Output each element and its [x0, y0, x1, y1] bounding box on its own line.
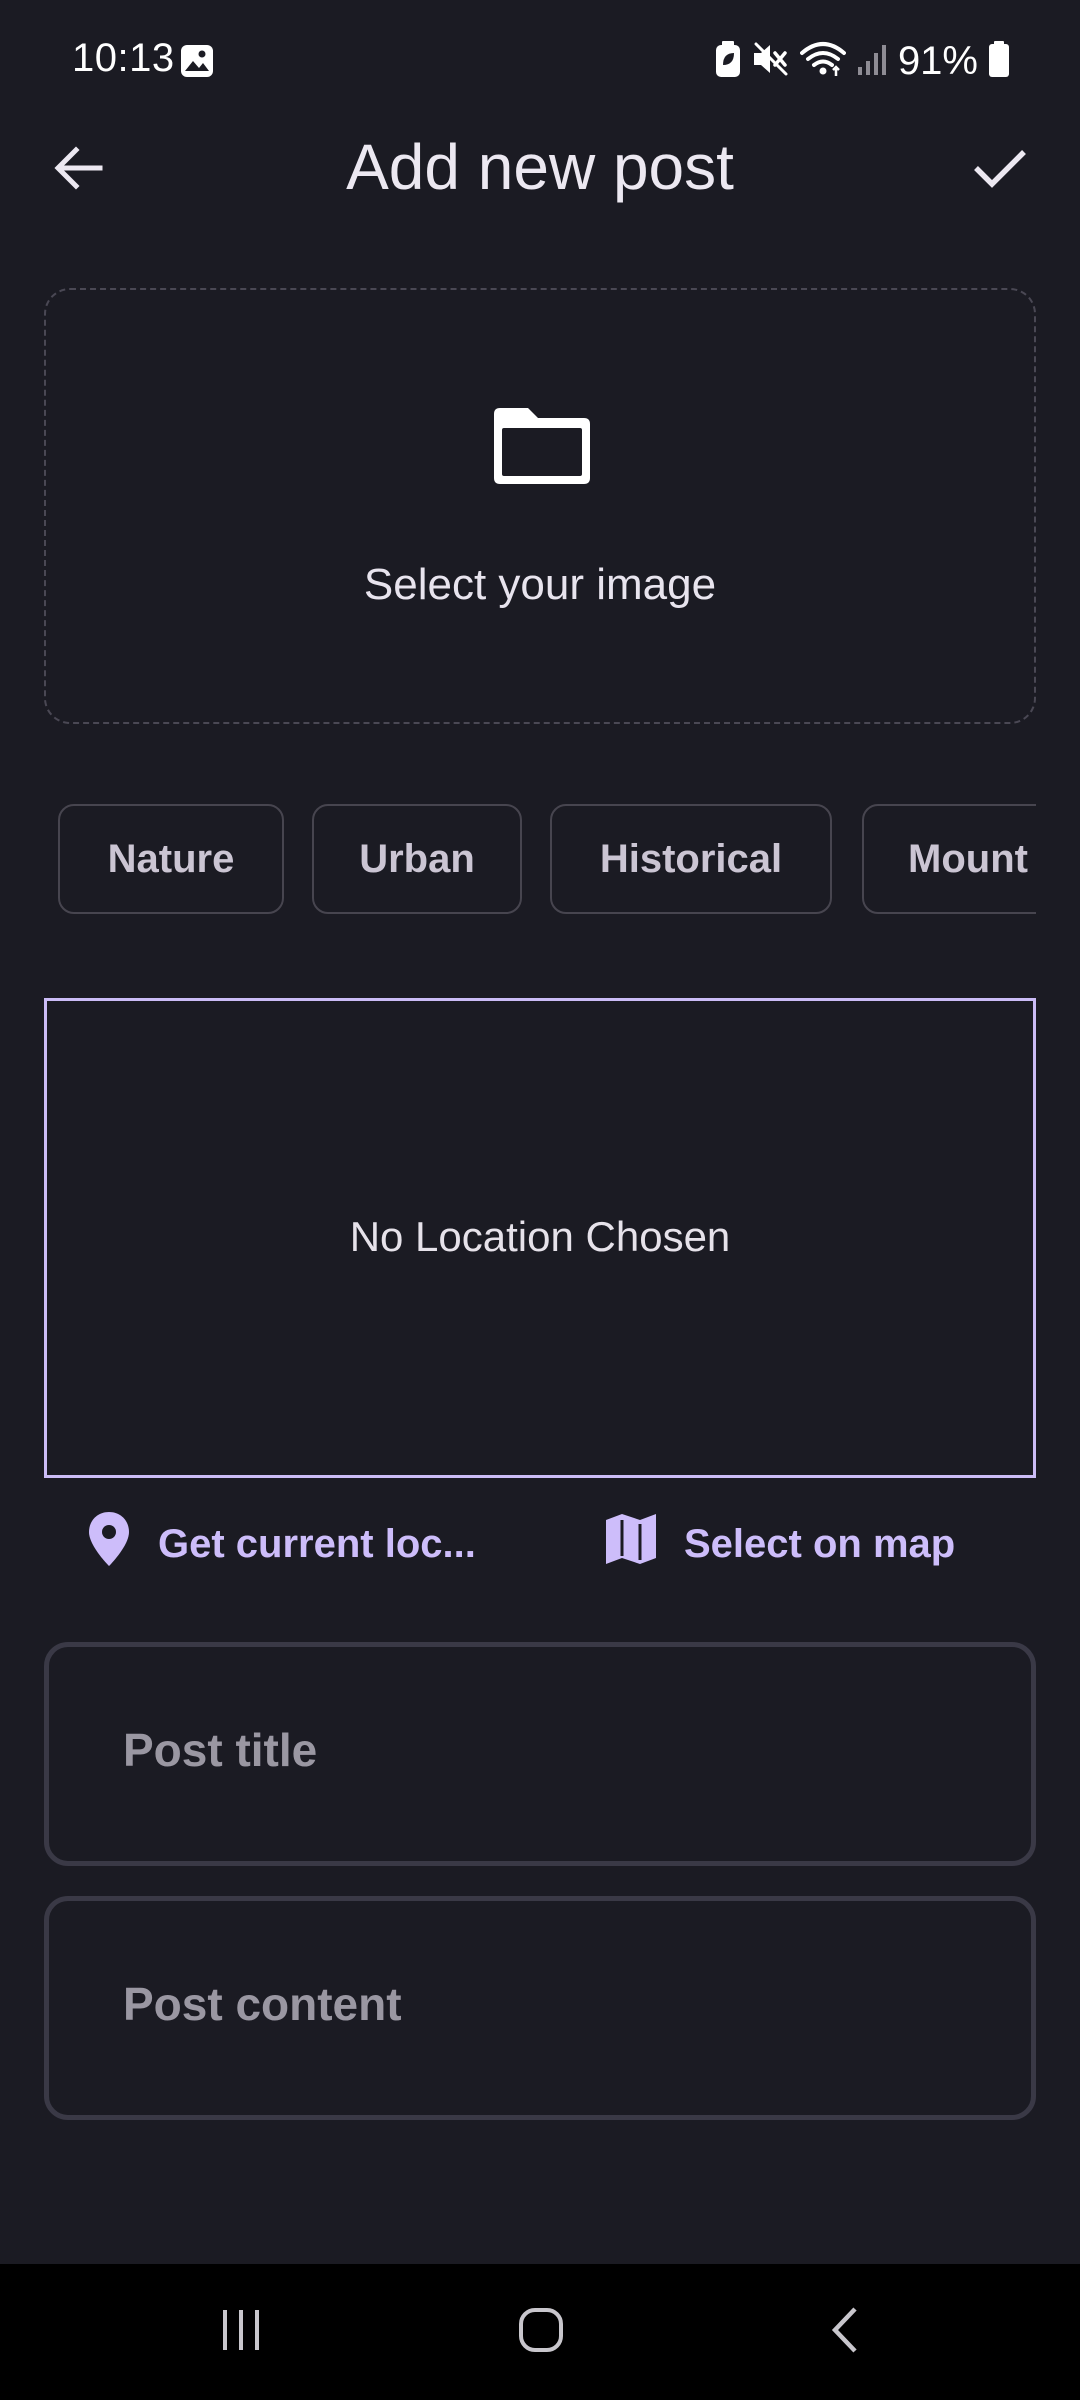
location-empty-text: No Location Chosen	[349, 1213, 731, 1260]
map-icon	[604, 1512, 658, 1576]
confirm-button[interactable]	[960, 132, 1040, 208]
home-icon	[517, 2306, 565, 2359]
post-title-field[interactable]: Post title	[44, 1642, 1036, 1866]
recent-apps-icon	[219, 2308, 263, 2357]
wifi-icon	[799, 41, 846, 82]
chip-label: Historical	[599, 836, 783, 881]
image-picker[interactable]: Select your image	[44, 288, 1036, 724]
post-content-placeholder: Post content	[123, 1978, 402, 2030]
battery-icon	[988, 40, 1010, 82]
image-picker-label: Select your image	[363, 560, 717, 609]
status-time: 10:13	[72, 36, 175, 80]
gallery-icon	[180, 44, 214, 78]
status-icons: 91%	[714, 36, 1010, 86]
chip-label: Mount	[908, 836, 1028, 881]
nav-back-button[interactable]	[800, 2294, 890, 2370]
chip-label: Nature	[107, 836, 235, 881]
chip-nature[interactable]: Nature	[58, 804, 284, 914]
chip-mount[interactable]: Mount	[862, 804, 1036, 914]
category-chips: Nature Urban Historical Mount	[58, 804, 1036, 918]
signal-icon	[856, 41, 888, 82]
chip-urban[interactable]: Urban	[312, 804, 522, 914]
battery-percent: 91%	[897, 38, 978, 83]
select-on-map-label: Select on map	[684, 1521, 956, 1566]
mute-icon	[752, 41, 790, 82]
post-title-placeholder: Post title	[123, 1724, 318, 1776]
system-nav-bar	[0, 2264, 1080, 2400]
recent-apps-button[interactable]	[196, 2294, 286, 2370]
nav-back-icon	[827, 2305, 863, 2360]
folder-icon	[490, 404, 594, 490]
get-current-location-label: Get current loc...	[158, 1521, 476, 1566]
battery-saver-icon	[714, 40, 742, 82]
chip-label: Urban	[359, 836, 475, 881]
home-button[interactable]	[496, 2294, 586, 2370]
get-current-location-button[interactable]: Get current loc...	[86, 1512, 476, 1574]
status-bar: 10:13 91%	[0, 0, 1080, 120]
location-pin-icon	[86, 1510, 132, 1578]
chip-historical[interactable]: Historical	[550, 804, 832, 914]
page-title: Add new post	[346, 131, 734, 203]
post-content-field[interactable]: Post content	[44, 1896, 1036, 2120]
app-bar: Add new post	[0, 120, 1080, 220]
select-on-map-button[interactable]: Select on map	[604, 1514, 955, 1574]
check-icon	[972, 146, 1028, 195]
location-preview: No Location Chosen	[44, 998, 1036, 1478]
